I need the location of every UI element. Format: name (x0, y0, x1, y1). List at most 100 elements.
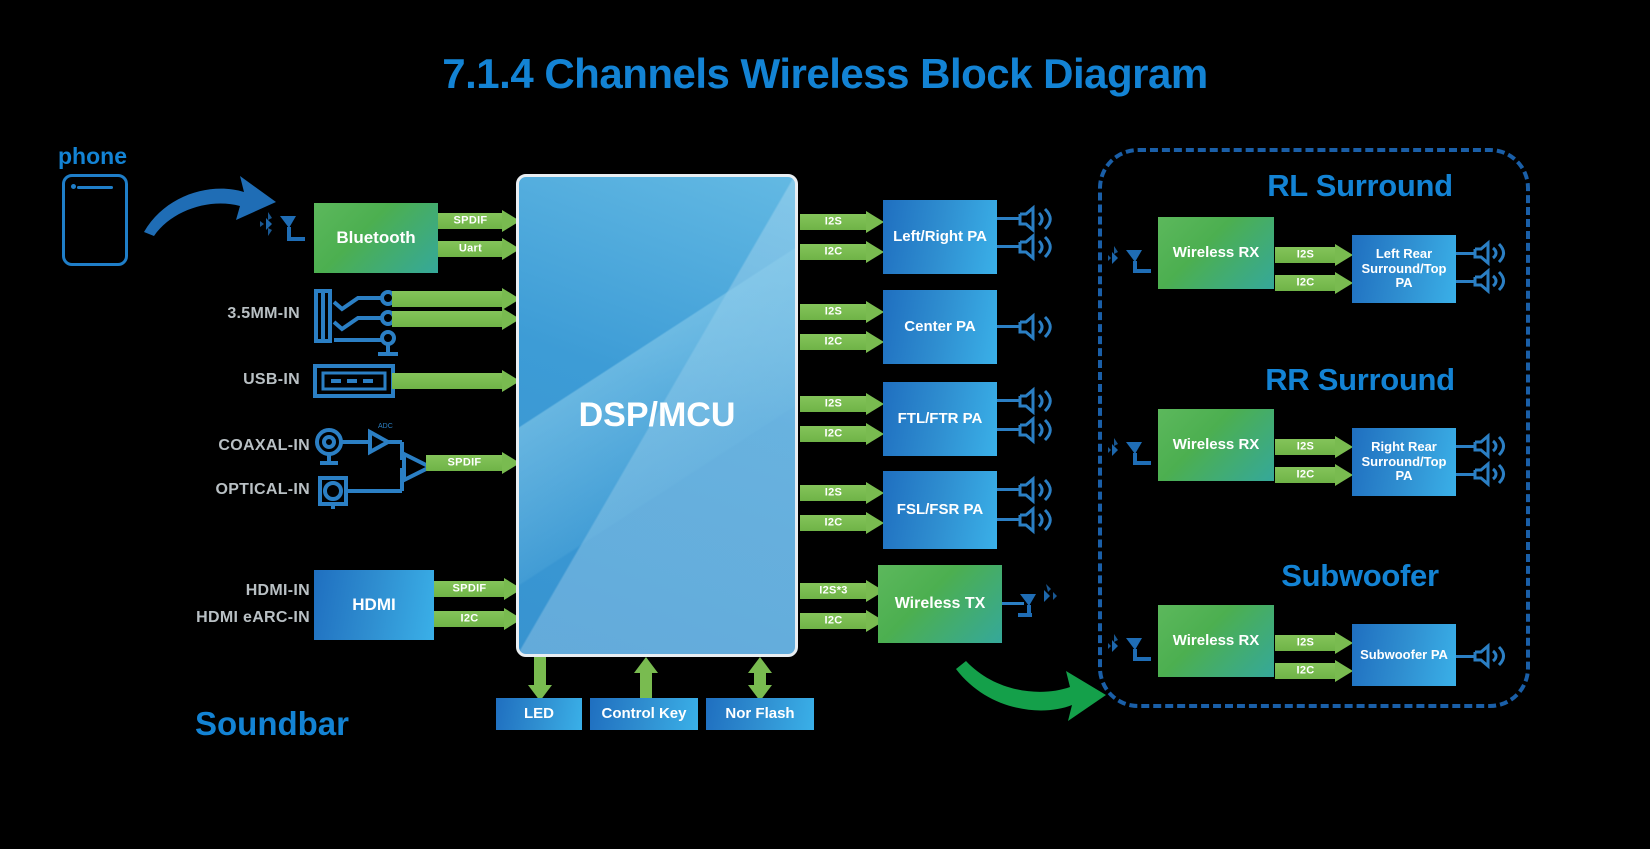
bus-label: SPDIF (453, 214, 488, 227)
bus-arrow-spdif-mixer: SPDIF (426, 452, 520, 474)
usb-port-icon (313, 364, 395, 398)
bus-label: I2S (824, 215, 843, 228)
bus-arrow-rl-i2c: I2C (1275, 272, 1353, 294)
bus-arrow-hdmi-i2c: I2C (434, 608, 522, 630)
speaker-icon (1016, 475, 1056, 505)
block-ftl-ftr-pa[interactable]: FTL/FTR PA (883, 382, 997, 456)
antenna-icon (1018, 580, 1062, 618)
speaker-icon (1016, 386, 1056, 416)
bus-label: I2C (824, 245, 843, 258)
block-subwoofer-pa[interactable]: Subwoofer PA (1352, 624, 1456, 686)
antenna-icon (1108, 432, 1154, 472)
label-hdmi-in: HDMI-IN (245, 582, 310, 599)
block-led[interactable]: LED (496, 698, 582, 730)
speaker-icon (1472, 432, 1510, 460)
bus-arrow-rr-i2c: I2C (1275, 464, 1353, 486)
bus-label: I2C (1296, 468, 1315, 481)
block-left-rear-pa-label: Left Rear Surround/Top PA (1361, 245, 1447, 291)
bus-arrow-bt-spdif: SPDIF (438, 210, 520, 232)
peripheral-arrow-led (528, 657, 552, 701)
block-bluetooth[interactable]: Bluetooth (314, 203, 438, 273)
zone-title-subwoofer: Subwoofer (1281, 558, 1439, 593)
svg-text:ADC: ADC (378, 423, 393, 430)
label-coaxal-in: COAXAL-IN (218, 437, 310, 454)
block-dsp-mcu[interactable]: DSP/MCU (516, 174, 798, 657)
block-right-rear-pa[interactable]: Right Rear Surround/Top PA (1352, 428, 1456, 496)
jack-switch-icon (312, 288, 404, 360)
coax-optical-mixer-icon: ADC (312, 420, 442, 510)
bus-arrow-center-i2c: I2C (800, 331, 884, 353)
bus-arrow-fsl-i2c: I2C (800, 512, 884, 534)
block-wireless-rx-rr[interactable]: Wireless RX (1158, 409, 1274, 481)
phone-icon (62, 174, 128, 266)
block-nor-flash[interactable]: Nor Flash (706, 698, 814, 730)
block-center-pa-label: Center PA (904, 318, 976, 336)
speaker-icon (1472, 460, 1510, 488)
bus-arrow-rl-i2s: I2S (1275, 244, 1353, 266)
bus-arrow-bt-uart: Uart (438, 238, 520, 260)
bus-label: I2S (1296, 636, 1315, 649)
bus-label: I2C (1296, 664, 1315, 677)
block-hdmi[interactable]: HDMI (314, 570, 434, 640)
block-wireless-rx-rl-label: Wireless RX (1172, 244, 1260, 262)
block-wireless-tx[interactable]: Wireless TX (878, 565, 1002, 643)
bus-label: SPDIF (452, 582, 487, 595)
bus-arrow-analog-1 (392, 288, 520, 310)
block-ftl-ftr-pa-label: FTL/FTR PA (897, 410, 983, 428)
label-hdmi-earc-in: HDMI eARC-IN (196, 609, 310, 626)
bus-label: Uart (458, 242, 483, 255)
bus-arrow-sub-i2c: I2C (1275, 660, 1353, 682)
block-led-label: LED (524, 705, 554, 723)
zone-title-rl-surround: RL Surround (1267, 168, 1453, 203)
block-wireless-rx-rl[interactable]: Wireless RX (1158, 217, 1274, 289)
curved-arrow-icon (950, 655, 1110, 735)
bus-label: I2S (1296, 248, 1315, 261)
speaker-icon (1016, 415, 1056, 445)
zone-label-soundbar: Soundbar (195, 705, 349, 742)
speaker-icon (1016, 312, 1056, 342)
bus-arrow-fsl-i2s: I2S (800, 482, 884, 504)
bus-arrow-rr-i2s: I2S (1275, 436, 1353, 458)
bus-label: I2S (824, 305, 843, 318)
bus-arrow-ftl-i2s: I2S (800, 393, 884, 415)
speaker-icon (1016, 204, 1056, 234)
block-hdmi-label: HDMI (352, 595, 396, 615)
bus-arrow-analog-2 (392, 308, 520, 330)
label-35mm-in: 3.5MM-IN (227, 305, 300, 322)
bus-label: I2S (1296, 440, 1315, 453)
block-wireless-rx-sub[interactable]: Wireless RX (1158, 605, 1274, 677)
bus-arrow-lr-i2s: I2S (800, 211, 884, 233)
bus-label: I2C (824, 335, 843, 348)
block-left-right-pa[interactable]: Left/Right PA (883, 200, 997, 274)
bus-label: I2S (824, 486, 843, 499)
block-left-rear-pa[interactable]: Left Rear Surround/Top PA (1352, 235, 1456, 303)
bus-label: I2C (1296, 276, 1315, 289)
block-bluetooth-label: Bluetooth (336, 228, 416, 248)
bus-arrow-wtx-i2s: I2S*3 (800, 580, 884, 602)
block-subwoofer-pa-label: Subwoofer PA (1360, 646, 1448, 662)
bus-label: I2S (824, 397, 843, 410)
phone-label: phone (58, 143, 127, 169)
peripheral-arrow-nor-flash (748, 657, 772, 701)
block-right-rear-pa-label: Right Rear Surround/Top PA (1361, 438, 1447, 484)
bus-arrow-hdmi-spdif: SPDIF (434, 578, 522, 600)
peripheral-arrow-control-key (634, 657, 658, 701)
block-control-key-label: Control Key (601, 705, 687, 723)
antenna-icon (1108, 240, 1154, 280)
bus-arrow-lr-i2c: I2C (800, 241, 884, 263)
speaker-icon (1472, 239, 1510, 267)
bus-label: I2C (460, 612, 479, 625)
speaker-icon (1016, 232, 1056, 262)
speaker-icon (1016, 505, 1056, 535)
bus-label: I2C (824, 516, 843, 529)
block-center-pa[interactable]: Center PA (883, 290, 997, 364)
bus-label: I2C (824, 427, 843, 440)
block-fsl-fsr-pa-label: FSL/FSR PA (896, 501, 984, 519)
block-dsp-mcu-label: DSP/MCU (578, 396, 736, 434)
antenna-icon (1108, 628, 1154, 668)
block-fsl-fsr-pa[interactable]: FSL/FSR PA (883, 471, 997, 549)
block-control-key[interactable]: Control Key (590, 698, 698, 730)
bus-arrow-wtx-i2c: I2C (800, 610, 884, 632)
block-wireless-rx-rr-label: Wireless RX (1172, 436, 1260, 454)
page-title: 7.1.4 Channels Wireless Block Diagram (442, 50, 1208, 97)
